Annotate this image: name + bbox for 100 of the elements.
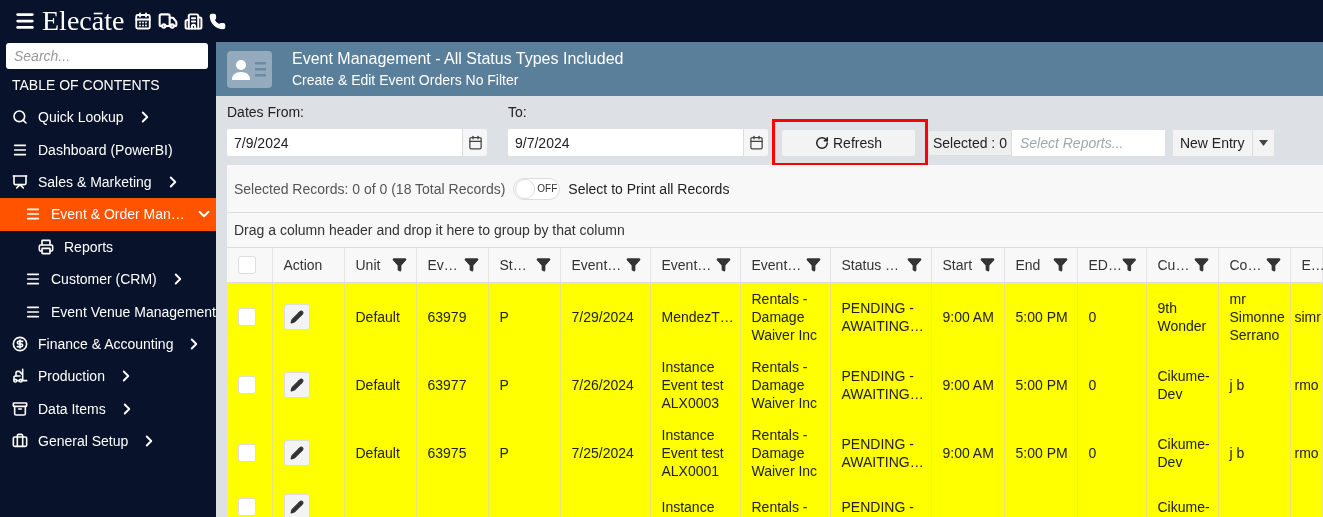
table-cell: 0 <box>1088 444 1097 461</box>
print-all-toggle[interactable]: OFF <box>513 177 561 200</box>
sidebar-item[interactable]: Event Venue Management <box>0 295 216 328</box>
sidebar-item[interactable]: Reports <box>0 230 216 263</box>
table-cell: Instance Event test ALX0003 <box>661 358 724 411</box>
table-cell: 63975 <box>427 444 467 461</box>
checkbox[interactable] <box>238 376 256 395</box>
filter-icon[interactable] <box>625 257 641 273</box>
sidebar-item-label: Reports <box>64 238 114 255</box>
checkbox[interactable] <box>238 444 256 463</box>
sidebar-item-label: Finance & Accounting <box>38 335 174 352</box>
contact-card-icon <box>227 50 272 88</box>
column-header[interactable]: Event… <box>661 256 712 273</box>
table-cell: 0 <box>1088 376 1097 393</box>
checkbox[interactable] <box>238 498 256 517</box>
edit-button[interactable] <box>283 439 310 466</box>
sidebar-item-label: Event & Order Man… <box>51 206 185 223</box>
table-cell: rmo <box>1294 376 1319 393</box>
filter-icon[interactable] <box>391 257 407 273</box>
sidebar-item[interactable]: Data Items <box>0 392 216 425</box>
table-cell: 7/25/2024 <box>571 444 634 461</box>
table-cell: 9th Wonder <box>1157 299 1207 334</box>
sidebar-item-label: Event Venue Management <box>51 303 216 320</box>
table-cell: Rentals - Damage Waiver Inc <box>751 426 818 479</box>
sidebar-item[interactable]: Sales & Marketing <box>0 165 216 199</box>
table-cell: P <box>499 444 509 461</box>
toggle-caption: Select to Print all Records <box>568 180 730 197</box>
filter-icon[interactable] <box>1193 257 1209 273</box>
filter-icon[interactable] <box>463 257 479 273</box>
sidebar-item-label: Sales & Marketing <box>38 173 152 190</box>
column-header[interactable]: End <box>1015 256 1041 273</box>
table-cell: 5:00 PM <box>1015 444 1068 461</box>
filter-icon[interactable] <box>979 257 995 273</box>
table-cell: mr Simonne Serrano <box>1229 290 1285 343</box>
sidebar-item[interactable]: Finance & Accounting <box>0 327 216 361</box>
edit-button[interactable] <box>283 371 310 398</box>
refresh-icon <box>815 136 829 150</box>
selected-count: Selected : 0 <box>928 130 1012 156</box>
pencil-icon <box>289 499 304 514</box>
column-header[interactable]: Action <box>283 256 323 273</box>
sidebar-item[interactable]: General Setup <box>0 424 216 458</box>
dropdown-button[interactable] <box>1251 130 1274 156</box>
edit-button[interactable] <box>283 493 310 517</box>
edit-button[interactable] <box>283 303 310 330</box>
column-header[interactable]: Cu… <box>1157 256 1190 273</box>
sidebar-item-label: General Setup <box>38 433 129 450</box>
column-header[interactable]: St… <box>499 256 527 273</box>
refresh-button[interactable]: Refresh <box>782 130 915 156</box>
table-cell: j b <box>1229 444 1245 461</box>
column-header[interactable]: Status … <box>841 256 900 273</box>
calendar-icon[interactable] <box>462 129 487 156</box>
new-entry-button[interactable]: New Entry <box>1172 130 1252 156</box>
menu-icon[interactable] <box>14 10 36 32</box>
checkbox[interactable] <box>238 255 256 274</box>
building-icon[interactable] <box>184 11 204 31</box>
page-subtitle: Create & Edit Event Orders No Filter <box>292 72 520 88</box>
table-cell: PENDING - AWAITING… <box>841 367 924 402</box>
sidebar-heading: TABLE OF CONTENTS <box>12 77 161 93</box>
column-header[interactable]: Start <box>942 256 973 273</box>
filter-icon[interactable] <box>1265 257 1281 273</box>
checkbox[interactable] <box>238 308 256 327</box>
column-header[interactable]: Event… <box>751 256 802 273</box>
filter-icon[interactable] <box>906 257 922 273</box>
reports-select[interactable]: Select Reports... <box>1011 130 1165 156</box>
printer-icon <box>38 238 54 255</box>
table-cell: Rentals - Damage Waiver Inc <box>751 290 818 343</box>
sidebar-item-label: Data Items <box>38 400 106 417</box>
filter-icon[interactable] <box>1052 257 1068 273</box>
pencil-icon <box>289 377 304 392</box>
calendar-icon[interactable] <box>743 129 768 156</box>
table-cell: 9:00 AM <box>942 444 994 461</box>
sidebar-item[interactable]: Production <box>0 360 216 393</box>
sidebar-item-label: Quick Lookup <box>38 109 124 126</box>
table-cell: Instance <box>661 498 715 515</box>
date-field[interactable]: 7/9/2024 <box>227 129 462 156</box>
filter-icon[interactable] <box>535 257 551 273</box>
column-header[interactable]: Unit <box>355 256 381 273</box>
column-header[interactable]: E… <box>1301 256 1323 273</box>
sidebar-item[interactable]: Dashboard (PowerBI) <box>0 133 216 166</box>
column-header[interactable]: Co… <box>1229 256 1262 273</box>
table-cell: Instance Event test ALX0001 <box>661 426 724 479</box>
sidebar-item[interactable]: Quick Lookup <box>0 101 216 134</box>
filter-icon[interactable] <box>1121 257 1137 273</box>
phone-icon[interactable] <box>209 12 227 30</box>
search-field[interactable]: Search... <box>6 43 208 69</box>
filter-icon[interactable] <box>715 257 731 273</box>
truck-icon[interactable] <box>158 11 179 31</box>
table-cell: 7/29/2024 <box>571 308 634 325</box>
column-header[interactable]: ED… <box>1088 256 1122 273</box>
column-header[interactable]: Event… <box>571 256 622 273</box>
sidebar-item[interactable]: Customer (CRM) <box>0 262 216 296</box>
calendar-icon[interactable] <box>134 12 153 30</box>
column-header[interactable]: Ev… <box>427 256 458 273</box>
sidebar-item-label: Customer (CRM) <box>51 271 157 288</box>
table-cell: Default <box>355 444 400 461</box>
table-cell: Cikume-Dev <box>1157 435 1210 470</box>
table-cell: 63977 <box>427 376 467 393</box>
date-field[interactable]: 9/7/2024 <box>508 129 743 156</box>
filter-icon[interactable] <box>805 257 821 273</box>
table-cell: 7/26/2024 <box>571 376 634 393</box>
